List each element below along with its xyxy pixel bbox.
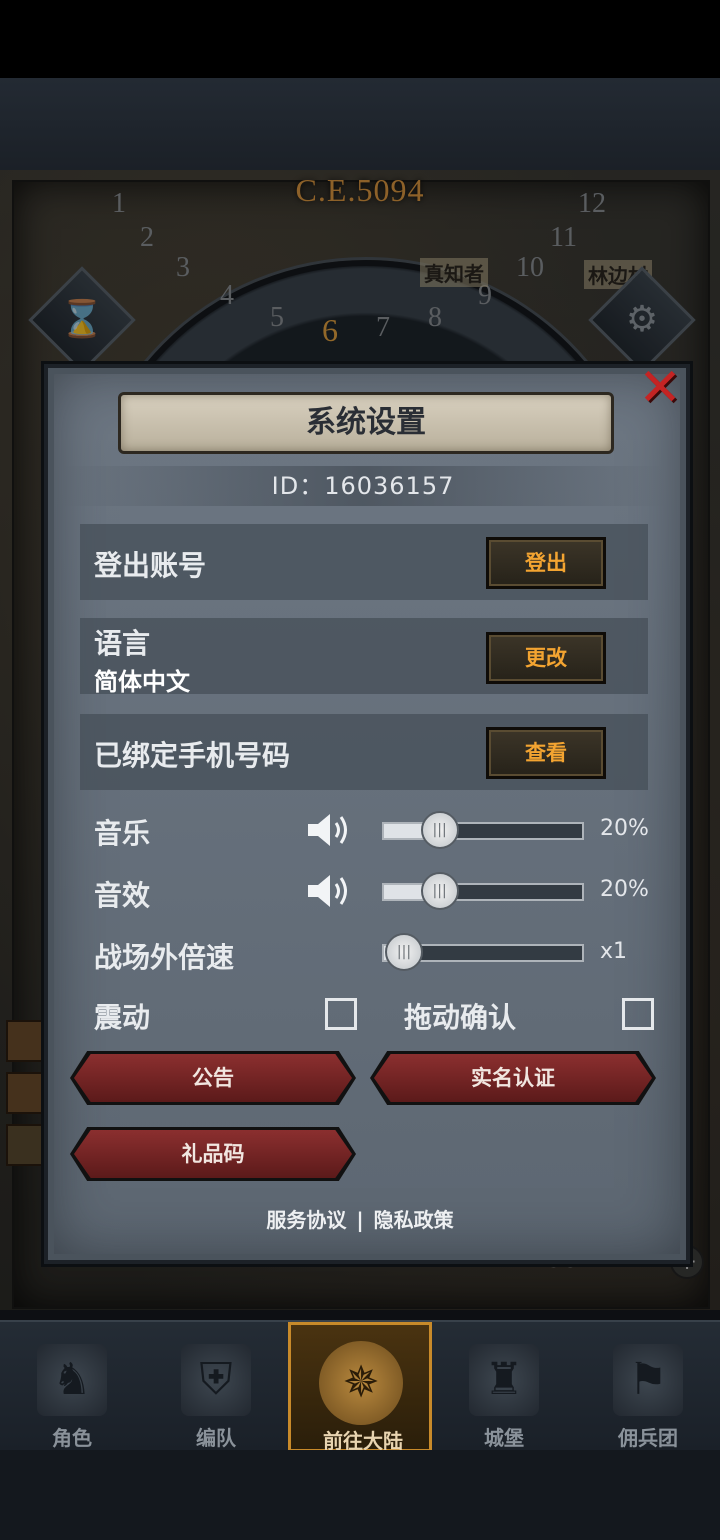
real-name-label: 实名认证: [471, 1066, 555, 1090]
nav-item-team[interactable]: ⛨ 编队: [144, 1322, 288, 1452]
announcement-label: 公告: [192, 1066, 234, 1090]
status-bar: [0, 0, 720, 78]
logout-button[interactable]: 登出: [486, 537, 606, 589]
bottom-fill: [0, 1450, 720, 1540]
speed-slider[interactable]: |||: [382, 933, 584, 971]
language-value: 简体中文: [94, 668, 190, 696]
logout-label: 登出账号: [94, 549, 207, 582]
close-icon: ✕: [638, 358, 682, 418]
sfx-slider-knob[interactable]: |||: [420, 872, 459, 910]
nav-label: 佣兵团: [618, 1426, 678, 1450]
nav-label: 城堡: [484, 1426, 524, 1450]
nav-item-mercenary[interactable]: ⚑ 佣兵团: [576, 1322, 720, 1452]
helmet-icon: ⛨: [181, 1344, 251, 1416]
speed-label: 战场外倍速: [94, 941, 235, 974]
language-label: 语言: [94, 627, 151, 660]
phone-label: 已绑定手机号码: [94, 739, 291, 772]
sfx-label: 音效: [94, 879, 151, 912]
knight-icon: ♞: [37, 1344, 107, 1416]
music-label: 音乐: [94, 817, 151, 850]
compass-icon: ✵: [319, 1341, 403, 1425]
sfx-value: 20%: [600, 877, 649, 902]
player-id-row: ID：16036157: [60, 466, 666, 506]
sfx-slider[interactable]: |||: [382, 872, 584, 910]
nav-item-continent[interactable]: ✵ 前往大陆: [288, 1322, 432, 1453]
speed-slider-knob[interactable]: |||: [385, 933, 423, 971]
nav-label: 编队: [196, 1426, 236, 1450]
dialog-title: 系统设置: [306, 405, 426, 440]
top-band: [0, 78, 720, 170]
gift-code-label: 礼品码: [181, 1142, 245, 1166]
link-separator: |: [356, 1208, 364, 1232]
flag-icon: ⚑: [613, 1344, 683, 1416]
drag-confirm-checkbox[interactable]: [622, 998, 654, 1030]
vibration-label: 震动: [94, 1001, 151, 1034]
drag-confirm-label: 拖动确认: [404, 1001, 517, 1034]
music-slider-knob[interactable]: |||: [420, 811, 459, 849]
close-button[interactable]: ✕: [636, 362, 684, 414]
player-id: ID：16036157: [271, 472, 455, 500]
bottom-nav: ♞ 角色 ⛨ 编队 ✵ 前往大陆 ♜ 城堡 ⚑ 佣兵团: [0, 1320, 720, 1453]
music-value: 20%: [600, 816, 649, 841]
footer-links: 服务协议 | 隐私政策: [0, 1204, 720, 1233]
nav-item-castle[interactable]: ♜ 城堡: [432, 1322, 576, 1452]
real-name-button[interactable]: 实名认证: [374, 1054, 652, 1102]
nav-label: 角色: [52, 1426, 92, 1450]
speed-value: x1: [600, 939, 628, 964]
announcement-button[interactable]: 公告: [74, 1054, 352, 1102]
change-language-label: 更改: [525, 646, 567, 670]
speaker-icon[interactable]: [306, 871, 352, 911]
service-agreement-link[interactable]: 服务协议: [266, 1208, 346, 1232]
music-slider[interactable]: |||: [382, 811, 584, 849]
speaker-icon[interactable]: [306, 810, 352, 850]
vibration-checkbox[interactable]: [325, 998, 357, 1030]
gift-code-button[interactable]: 礼品码: [74, 1130, 352, 1178]
logout-button-label: 登出: [525, 551, 567, 575]
change-language-button[interactable]: 更改: [486, 632, 606, 684]
privacy-policy-link[interactable]: 隐私政策: [374, 1208, 454, 1232]
dialog-title-plate: 系统设置: [118, 392, 614, 454]
castle-icon: ♜: [469, 1344, 539, 1416]
view-phone-label: 查看: [525, 741, 567, 765]
view-phone-button[interactable]: 查看: [486, 727, 606, 779]
nav-item-character[interactable]: ♞ 角色: [0, 1322, 144, 1452]
